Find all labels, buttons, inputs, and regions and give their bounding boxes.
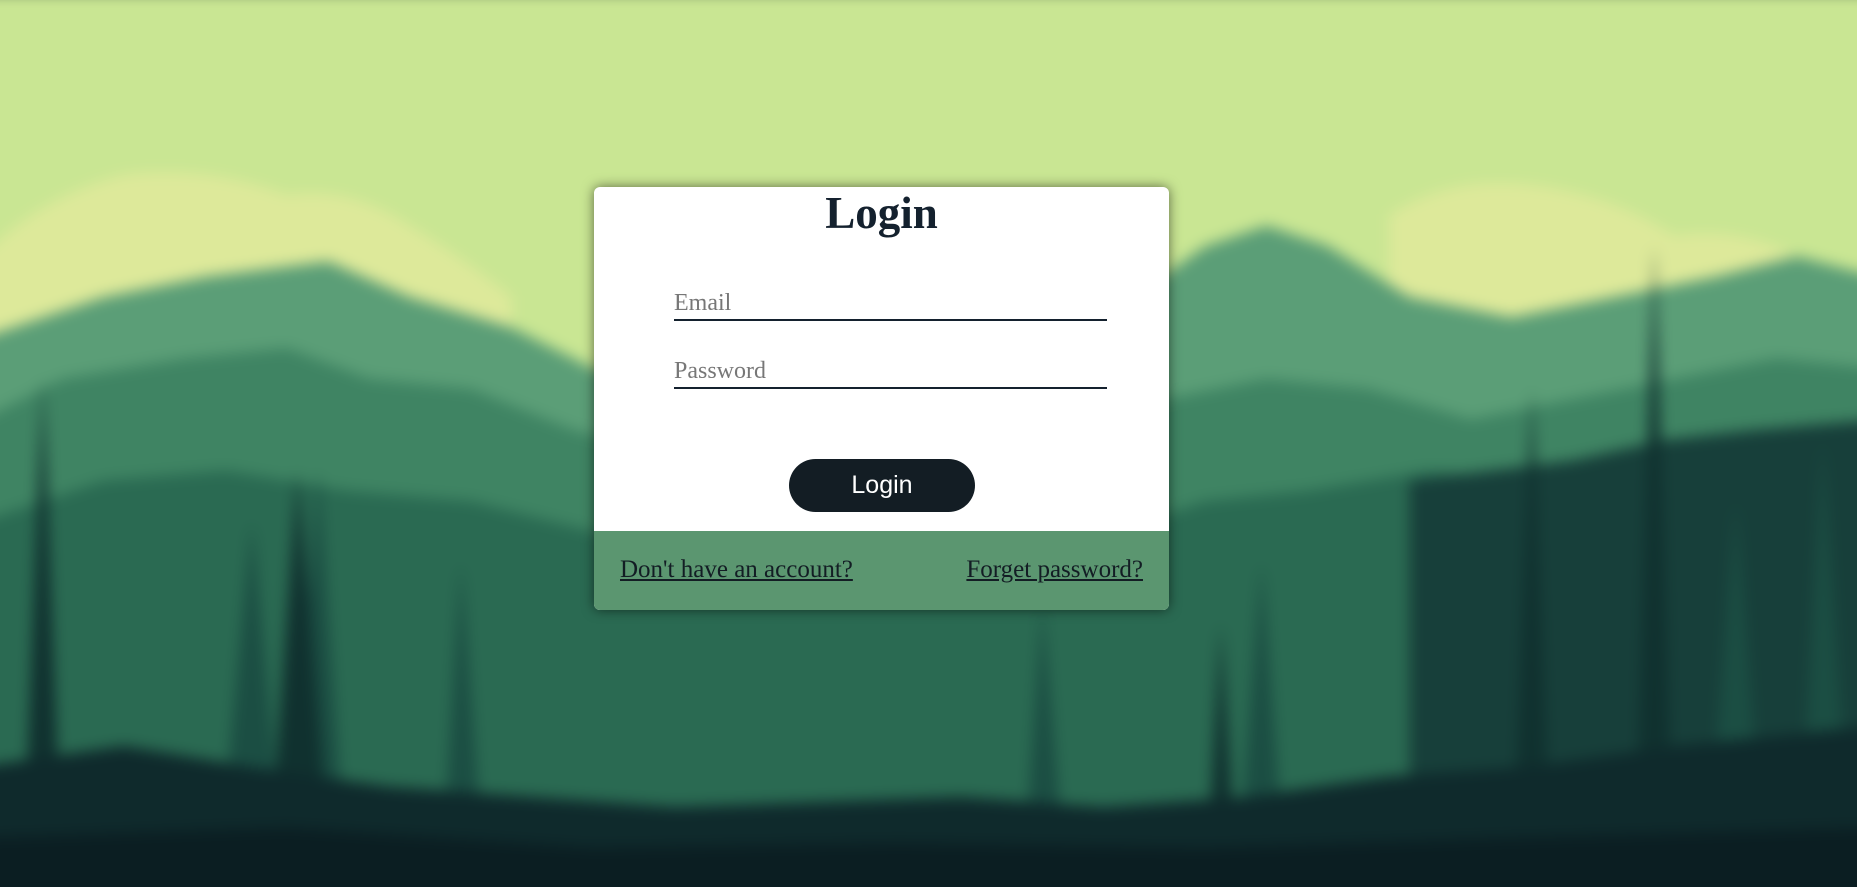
login-button[interactable]: Login bbox=[789, 459, 975, 512]
password-field[interactable] bbox=[674, 355, 1107, 389]
login-title: Login bbox=[825, 188, 938, 238]
forgot-password-link[interactable]: Forget password? bbox=[966, 556, 1143, 584]
signup-link[interactable]: Don't have an account? bbox=[620, 556, 853, 584]
login-card-footer: Don't have an account? Forget password? bbox=[594, 531, 1169, 610]
email-field[interactable] bbox=[674, 287, 1107, 321]
login-card: Login Login Don't have an account? Forge… bbox=[594, 187, 1169, 610]
login-page: Login Login Don't have an account? Forge… bbox=[0, 0, 1857, 887]
